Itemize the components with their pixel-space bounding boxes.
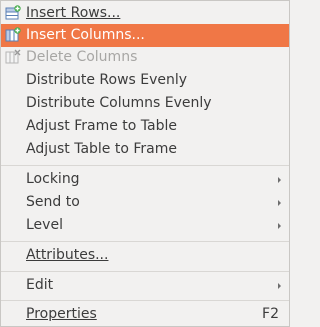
delete-columns-icon: [5, 49, 21, 64]
menu-item-insert-columns[interactable]: Insert Columns...: [1, 24, 289, 47]
menu-item-label: Properties: [26, 306, 97, 322]
menu-item-delete-columns: Delete Columns: [1, 46, 289, 69]
menu-separator: [1, 241, 289, 242]
menu-item-label: Insert Columns...: [26, 27, 145, 43]
menu-item-label: Adjust Frame to Table: [26, 118, 177, 134]
menu-item-locking[interactable]: Locking: [1, 168, 289, 191]
menu-item-insert-rows[interactable]: Insert Rows...: [1, 2, 289, 25]
insert-columns-icon: [5, 27, 21, 42]
menu-separator: [1, 271, 289, 272]
menu-separator: [1, 300, 289, 301]
menu-item-send-to[interactable]: Send to: [1, 191, 289, 214]
submenu-arrow-icon: [278, 177, 281, 183]
menu-item-label: Adjust Table to Frame: [26, 141, 177, 157]
insert-rows-icon: [5, 5, 21, 20]
menu-item-attributes[interactable]: Attributes...: [1, 244, 289, 267]
menu-item-label: Send to: [26, 194, 80, 210]
menu-item-label: Insert Rows...: [26, 5, 121, 21]
submenu-arrow-icon: [278, 283, 281, 289]
menu-item-label: Locking: [26, 171, 80, 187]
menu-item-distribute-rows-evenly[interactable]: Distribute Rows Evenly: [1, 69, 289, 92]
menu-item-label: Distribute Rows Evenly: [26, 72, 188, 88]
menu-item-label: Distribute Columns Evenly: [26, 95, 212, 111]
menu-item-label: Edit: [26, 277, 54, 293]
menu-item-level[interactable]: Level: [1, 214, 289, 237]
menu-item-label: Level: [26, 217, 63, 233]
menu-item-label: Attributes...: [26, 247, 109, 263]
menu-item-adjust-frame-to-table[interactable]: Adjust Frame to Table: [1, 115, 289, 138]
menu-item-edit[interactable]: Edit: [1, 274, 289, 297]
menu-item-distribute-columns-evenly[interactable]: Distribute Columns Evenly: [1, 92, 289, 115]
menu-separator: [1, 165, 289, 166]
menu-item-properties[interactable]: Properties F2: [1, 303, 289, 326]
submenu-arrow-icon: [278, 200, 281, 206]
context-menu: Insert Rows... Insert Columns... Delete …: [0, 0, 290, 327]
submenu-arrow-icon: [278, 223, 281, 229]
menu-item-label: Delete Columns: [26, 49, 138, 65]
shortcut-label: F2: [262, 306, 279, 322]
menu-item-adjust-table-to-frame[interactable]: Adjust Table to Frame: [1, 138, 289, 161]
